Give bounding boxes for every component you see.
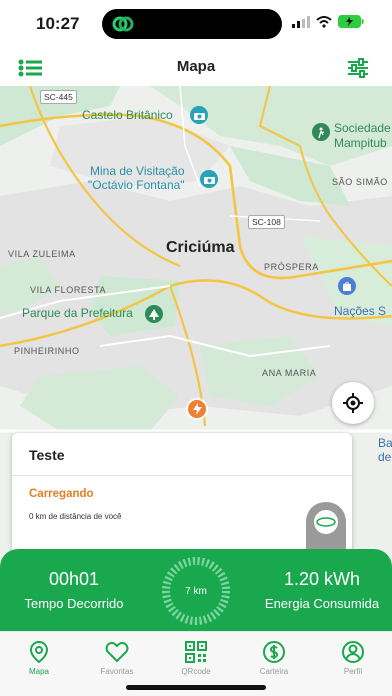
elapsed-time-label: Tempo Decorrido [24, 596, 124, 611]
heart-icon [105, 641, 129, 663]
road-shield-sc108: SC-108 [248, 215, 285, 229]
map-label-sao-simao: SÃO SIMÃO [332, 177, 388, 187]
status-icons [292, 15, 364, 28]
elapsed-time-metric: 00h01 Tempo Decorrido [6, 569, 142, 611]
range-value: 7 km [185, 585, 207, 597]
energy-value: 1.20 kWh [283, 569, 361, 589]
charger-marker-icon[interactable] [304, 500, 348, 552]
map-pin-icon [29, 640, 49, 664]
elapsed-time-value: 00h01 [48, 569, 100, 589]
energy-label: Energia Consumida [264, 596, 380, 611]
map-label-criciuma: Criciúma [166, 239, 235, 256]
tab-qrcode[interactable]: QRcode [157, 640, 235, 676]
page-title: Mapa [176, 58, 216, 75]
map-label-parque: Parque da Prefeitura [22, 306, 133, 320]
map-label-prospera: PRÓSPERA [264, 262, 319, 272]
map-label-mampituba: Mampitub [334, 136, 387, 150]
hiking-poi-icon[interactable] [312, 123, 330, 141]
map-label-mina-2: "Octávio Fontana" [88, 178, 185, 192]
dynamic-island [102, 9, 282, 39]
wifi-icon [316, 15, 332, 28]
map-label-nacoes: Nações S [334, 304, 387, 318]
map-label-sociedade: Sociedade [334, 121, 391, 135]
status-time: 10:27 [36, 14, 80, 33]
tab-label: Favoritas [100, 667, 134, 676]
shopping-poi-icon[interactable] [338, 277, 356, 295]
map-label-vila-floresta: VILA FLORESTA [30, 285, 107, 295]
charging-progress-panel: 00h01 Tempo Decorrido 7 km 1.20 kWh Ener… [0, 549, 392, 633]
dollar-icon [263, 641, 285, 663]
station-status: Carregando [29, 488, 94, 500]
app-link-icon [112, 16, 134, 32]
tab-label: QRcode [181, 667, 211, 676]
road-shield-sc445: SC-445 [40, 90, 77, 104]
camera-poi-icon[interactable] [200, 170, 218, 188]
home-indicator [126, 685, 266, 690]
energy-metric: 1.20 kWh Energia Consumida [252, 569, 392, 611]
map-label-ana-maria: ANA MARIA [262, 368, 317, 378]
qrcode-icon [185, 641, 207, 663]
status-bar: 10:27 [0, 0, 392, 50]
map-label-de: de [378, 450, 392, 464]
user-icon [342, 641, 364, 663]
crosshair-icon [343, 393, 363, 413]
station-title: Teste [29, 447, 65, 463]
battery-charging-icon [338, 15, 364, 28]
tab-mapa[interactable]: Mapa [0, 640, 78, 676]
tab-label: Mapa [28, 667, 49, 676]
map-label-vila-zuleima: VILA ZULEIMA [8, 249, 76, 259]
locate-me-button[interactable] [332, 382, 374, 424]
map-label-pinheirinho: PINHEIRINHO [14, 346, 80, 356]
tab-label: Perfil [343, 667, 363, 676]
signal-icon [292, 15, 310, 28]
tree-poi-icon[interactable] [145, 305, 163, 323]
station-distance: 0 km de distância de você [29, 512, 122, 521]
tab-label: Carteira [259, 667, 289, 676]
map-label-mina-1: Mina de Visitação [90, 164, 185, 178]
sliders-icon[interactable] [346, 56, 370, 80]
tab-favoritas[interactable]: Favoritas [78, 640, 156, 676]
charging-station-icon[interactable] [186, 398, 208, 420]
top-header: Mapa [0, 50, 392, 86]
map-label-ba: Ba [378, 436, 392, 450]
map-label-castelo: Castelo Britânico [82, 108, 173, 122]
card-divider [12, 475, 352, 476]
tab-perfil[interactable]: Perfil [314, 640, 392, 676]
camera-poi-icon[interactable] [190, 106, 208, 124]
station-card[interactable]: Teste Carregando 0 km de distância de vo… [12, 433, 352, 555]
tab-carteira[interactable]: Carteira [235, 640, 313, 676]
